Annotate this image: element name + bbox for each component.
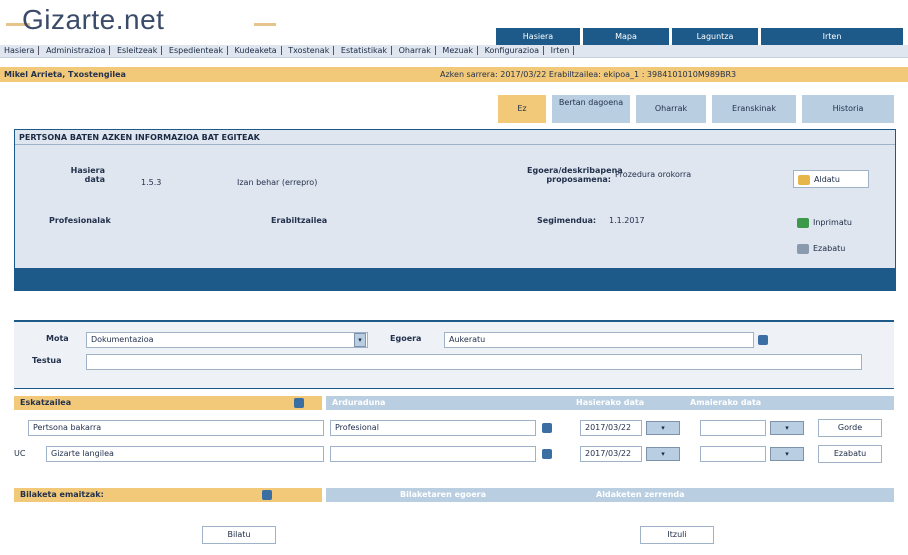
mota-select[interactable]: Dokumentazioa — [86, 332, 368, 348]
professional-label: Profesionalak — [49, 216, 111, 225]
sort-icon[interactable] — [294, 398, 304, 408]
row2-end-date[interactable] — [700, 446, 766, 462]
menu-item[interactable]: Irten — [546, 46, 575, 55]
egoera-label: Egoera — [390, 334, 422, 343]
tab-eranskinak[interactable]: Eranskinak — [712, 95, 796, 123]
row2-eskatzailea[interactable]: Gizarte langilea — [46, 446, 324, 462]
tab-historia[interactable]: Historia — [802, 95, 894, 123]
row1-eskatzailea[interactable]: Pertsona bakarra — [28, 420, 324, 436]
results-col2: Aldaketen zerrenda — [560, 488, 894, 502]
edit-button[interactable]: Aldatu — [793, 170, 869, 188]
topnav-item[interactable]: Irten — [761, 28, 903, 45]
calendar-icon[interactable]: ▾ — [770, 447, 804, 461]
header-arduraduna: Arduraduna — [326, 396, 560, 410]
session-info: Azken sarrera: 2017/03/22 Erabiltzailea:… — [440, 70, 737, 79]
delete-icon — [797, 243, 809, 254]
calendar-icon[interactable]: ▾ — [646, 447, 680, 461]
results-label: Bilaketa emaitzak: — [14, 488, 322, 502]
row1-start-date[interactable]: 2017/03/22 — [580, 420, 642, 436]
menu-item[interactable]: Kudeaketa — [230, 46, 282, 55]
lookup-icon[interactable] — [758, 335, 768, 345]
follow-label: Segimendua: — [537, 216, 597, 225]
detail-panel: PERTSONA BATEN AZKEN INFORMAZIOA BAT EGI… — [14, 129, 896, 291]
print-icon — [797, 217, 809, 228]
menu-item[interactable]: Txostenak — [284, 46, 335, 55]
main-menu: Hasiera Administrazioa Esleitzeak Espedi… — [0, 45, 908, 58]
menu-item[interactable]: Espedienteak — [164, 46, 228, 55]
type-label: Izan behar (errepro) — [237, 178, 318, 187]
topnav-item[interactable]: Hasiera — [496, 28, 580, 45]
print-button[interactable]: Inprimatu — [793, 214, 869, 232]
search-area: Mota Dokumentazioa ▾ Egoera Aukeratu Tes… — [14, 320, 894, 389]
logo-accent-right — [254, 23, 276, 26]
edit-icon — [798, 174, 810, 185]
testua-label: Testua — [32, 356, 62, 365]
tab-ez[interactable]: Ez — [498, 95, 546, 123]
status-value: Prozedura orokorra — [615, 170, 692, 179]
tab-oharrak[interactable]: Oharrak — [636, 95, 706, 123]
row2-arduraduna[interactable] — [330, 446, 536, 462]
save-button[interactable]: Gorde — [818, 419, 882, 437]
menu-item[interactable]: Esleitzeak — [112, 46, 163, 55]
menu-item[interactable]: Administrazioa — [41, 46, 111, 55]
menu-item[interactable]: Estatistikak — [336, 46, 393, 55]
user-name: Mikel Arrieta, Txostengilea — [4, 70, 126, 79]
app-logo: Gizarte.net — [22, 4, 165, 35]
panel-title: PERTSONA BATEN AZKEN INFORMAZIOA BAT EGI… — [15, 130, 895, 145]
testua-input[interactable] — [86, 354, 862, 370]
row2-start-date[interactable]: 2017/03/22 — [580, 446, 642, 462]
search-button[interactable]: Bilatu — [202, 526, 276, 544]
row1-arduraduna[interactable]: Profesional — [330, 420, 536, 436]
menu-item[interactable]: Konfigurazioa — [480, 46, 545, 55]
expand-icon[interactable] — [262, 490, 272, 500]
header-hasiera-data: Hasierako data — [560, 396, 686, 410]
status-label: Egoera/deskribapena proposamena: — [527, 166, 623, 184]
code-label: UC — [14, 449, 26, 458]
date-label: Hasiera data — [70, 166, 105, 184]
user-bar: Mikel Arrieta, Txostengilea Azken sarrer… — [0, 67, 908, 82]
search-icon[interactable] — [542, 423, 552, 433]
professional-value: Erabiltzailea — [271, 216, 328, 225]
egoera-select[interactable]: Aukeratu — [444, 332, 754, 348]
mota-label: Mota — [46, 334, 69, 343]
row1-end-date[interactable] — [700, 420, 766, 436]
delete-row-button[interactable]: Ezabatu — [818, 445, 882, 463]
menu-item[interactable]: Hasiera — [0, 46, 40, 55]
search-icon[interactable] — [542, 449, 552, 459]
menu-item[interactable]: Oharrak — [394, 46, 436, 55]
follow-value: 1.1.2017 — [609, 216, 645, 225]
back-button[interactable]: Itzuli — [640, 526, 714, 544]
topnav-item[interactable]: Mapa — [583, 28, 669, 45]
menu-item[interactable]: Mezuak — [438, 46, 479, 55]
tab-bertan[interactable]: Bertan dagoena — [552, 95, 630, 123]
panel-footer — [15, 268, 895, 290]
header-eskatzailea: Eskatzailea — [14, 396, 322, 410]
tab-bar: Ez Bertan dagoena Oharrak Eranskinak His… — [0, 95, 908, 125]
calendar-icon[interactable]: ▾ — [646, 421, 680, 435]
header-amaiera-data: Amaierako data — [686, 396, 894, 410]
results-col1: Bilaketaren egoera — [326, 488, 560, 502]
chevron-down-icon[interactable]: ▾ — [354, 333, 366, 347]
calendar-icon[interactable]: ▾ — [770, 421, 804, 435]
delete-button[interactable]: Ezabatu — [793, 240, 869, 258]
date-value: 1.5.3 — [141, 178, 162, 187]
topnav-item[interactable]: Laguntza — [672, 28, 758, 45]
